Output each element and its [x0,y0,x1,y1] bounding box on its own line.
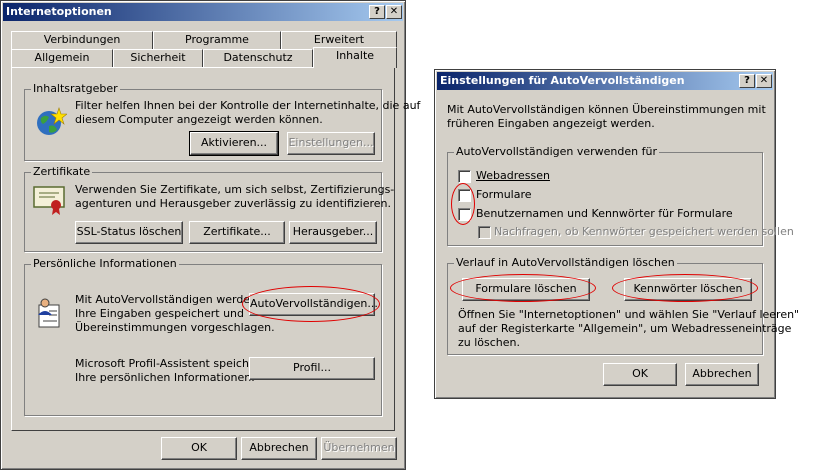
tab-allgemein[interactable]: Allgemein [11,49,113,67]
dialog-title: Einstellungen für AutoVervollständigen [440,74,685,87]
certificates-text-2: agenturen und Herausgeber zuverlässig zu… [75,197,391,210]
content-advisor-text-1: Filter helfen Ihnen bei der Kontrolle de… [75,99,421,112]
title-bar[interactable]: Internetoptionen ? ✕ [3,3,403,21]
tab-datenschutz[interactable]: Datenschutz [203,49,313,67]
publishers-button[interactable]: Herausgeber... [289,221,377,244]
history-note-3: zu löschen. [458,336,521,349]
dialog-help-button[interactable]: ? [739,74,755,88]
window-title: Internetoptionen [6,5,112,18]
tab-sicherheit[interactable]: Sicherheit [113,49,203,67]
dialog-intro-1: Mit AutoVervollständigen können Übereins… [447,103,766,116]
certificate-icon [33,186,65,215]
settings-button[interactable]: Einstellungen... [287,132,375,155]
profile-text-1: Microsoft Profil-Assistent speichert [75,357,265,370]
clear-passwords-button[interactable]: Kennwörter löschen [624,278,752,301]
forms-label[interactable]: Formulare [476,188,532,202]
autocomplete-button[interactable]: AutoVervollständigen... [249,293,378,316]
clear-forms-button[interactable]: Formulare löschen [462,278,590,301]
history-note-1: Öffnen Sie "Internetoptionen" und wählen… [458,308,800,321]
content-advisor-group: Inhaltsratgeber Filter helfen Ihnen bei … [24,82,420,161]
usernames-label[interactable]: Benutzernamen und Kennwörter für Formula… [476,207,733,221]
forms-checkbox[interactable] [458,189,471,202]
tab-programme[interactable]: Programme [153,31,281,49]
content-advisor-legend: Inhaltsratgeber [31,82,120,95]
profile-text-2: Ihre persönlichen Informationen. [75,371,255,384]
enable-button[interactable]: Aktivieren... [189,131,279,156]
autocomplete-text-2: Ihre Eingaben gespeichert und [75,307,245,320]
close-button[interactable]: ✕ [386,5,402,19]
history-note-2: auf der Registerkarte "Allgemein", um We… [458,322,792,335]
tab-inhalte[interactable]: Inhalte [313,47,397,68]
clear-history-legend: Verlauf in AutoVervollständigen löschen [454,256,677,269]
dialog-ok-button[interactable]: OK [603,363,677,386]
tab-verbindungen[interactable]: Verbindungen [11,31,153,49]
ssl-clear-button[interactable]: SSL-Status löschen [75,221,183,244]
autocomplete-text-1: Mit AutoVervollständigen werden [75,293,258,306]
certificates-text-1: Verwenden Sie Zertifikate, um sich selbs… [75,183,395,196]
dialog-cancel-button[interactable]: Abbrechen [685,363,759,386]
help-button[interactable]: ? [369,5,385,19]
globe-star-icon [37,107,67,135]
prompt-passwords-checkbox[interactable] [478,226,491,239]
apply-button[interactable]: Übernehmen [321,437,397,460]
usernames-checkbox[interactable] [458,208,471,221]
autocomplete-settings-dialog: Einstellungen für AutoVervollständigen ?… [434,69,799,399]
certificates-legend: Zertifikate [31,165,93,178]
use-autocomplete-group: AutoVervollständigen verwenden für Webad… [447,145,794,246]
cancel-button[interactable]: Abbrechen [241,437,317,460]
content-advisor-text-2: diesem Computer angezeigt werden können. [75,113,323,126]
webaddresses-label[interactable]: Webadressen [476,169,550,183]
clear-history-group: Verlauf in AutoVervollständigen löschen … [447,256,799,355]
personal-info-legend: Persönliche Informationen [31,257,179,270]
ok-button[interactable]: OK [161,437,237,460]
webaddresses-checkbox[interactable] [458,170,471,183]
dialog-close-button[interactable]: ✕ [756,74,772,88]
personal-info-group: Persönliche Informationen Mit AutoVervol… [24,257,382,416]
use-autocomplete-legend: AutoVervollständigen verwenden für [454,145,659,158]
autocomplete-text-3: Übereinstimmungen vorgeschlagen. [75,321,275,334]
certificates-group: Zertifikate Verwenden Sie Zertifikate, u… [24,165,394,252]
tab-page-inhalte: Inhaltsratgeber Filter helfen Ihnen bei … [11,67,420,431]
internet-options-window: Internetoptionen ? ✕ Verbindungen Progra… [0,0,420,470]
dialog-title-bar[interactable]: Einstellungen für AutoVervollständigen ?… [437,72,773,90]
profile-button[interactable]: Profil... [249,357,375,380]
dialog-intro-2: früheren Eingaben angezeigt werden. [447,117,655,130]
prompt-passwords-label: Nachfragen, ob Kennwörter gespeichert we… [494,225,794,238]
certificates-button[interactable]: Zertifikate... [189,221,285,244]
user-document-icon [38,298,60,328]
